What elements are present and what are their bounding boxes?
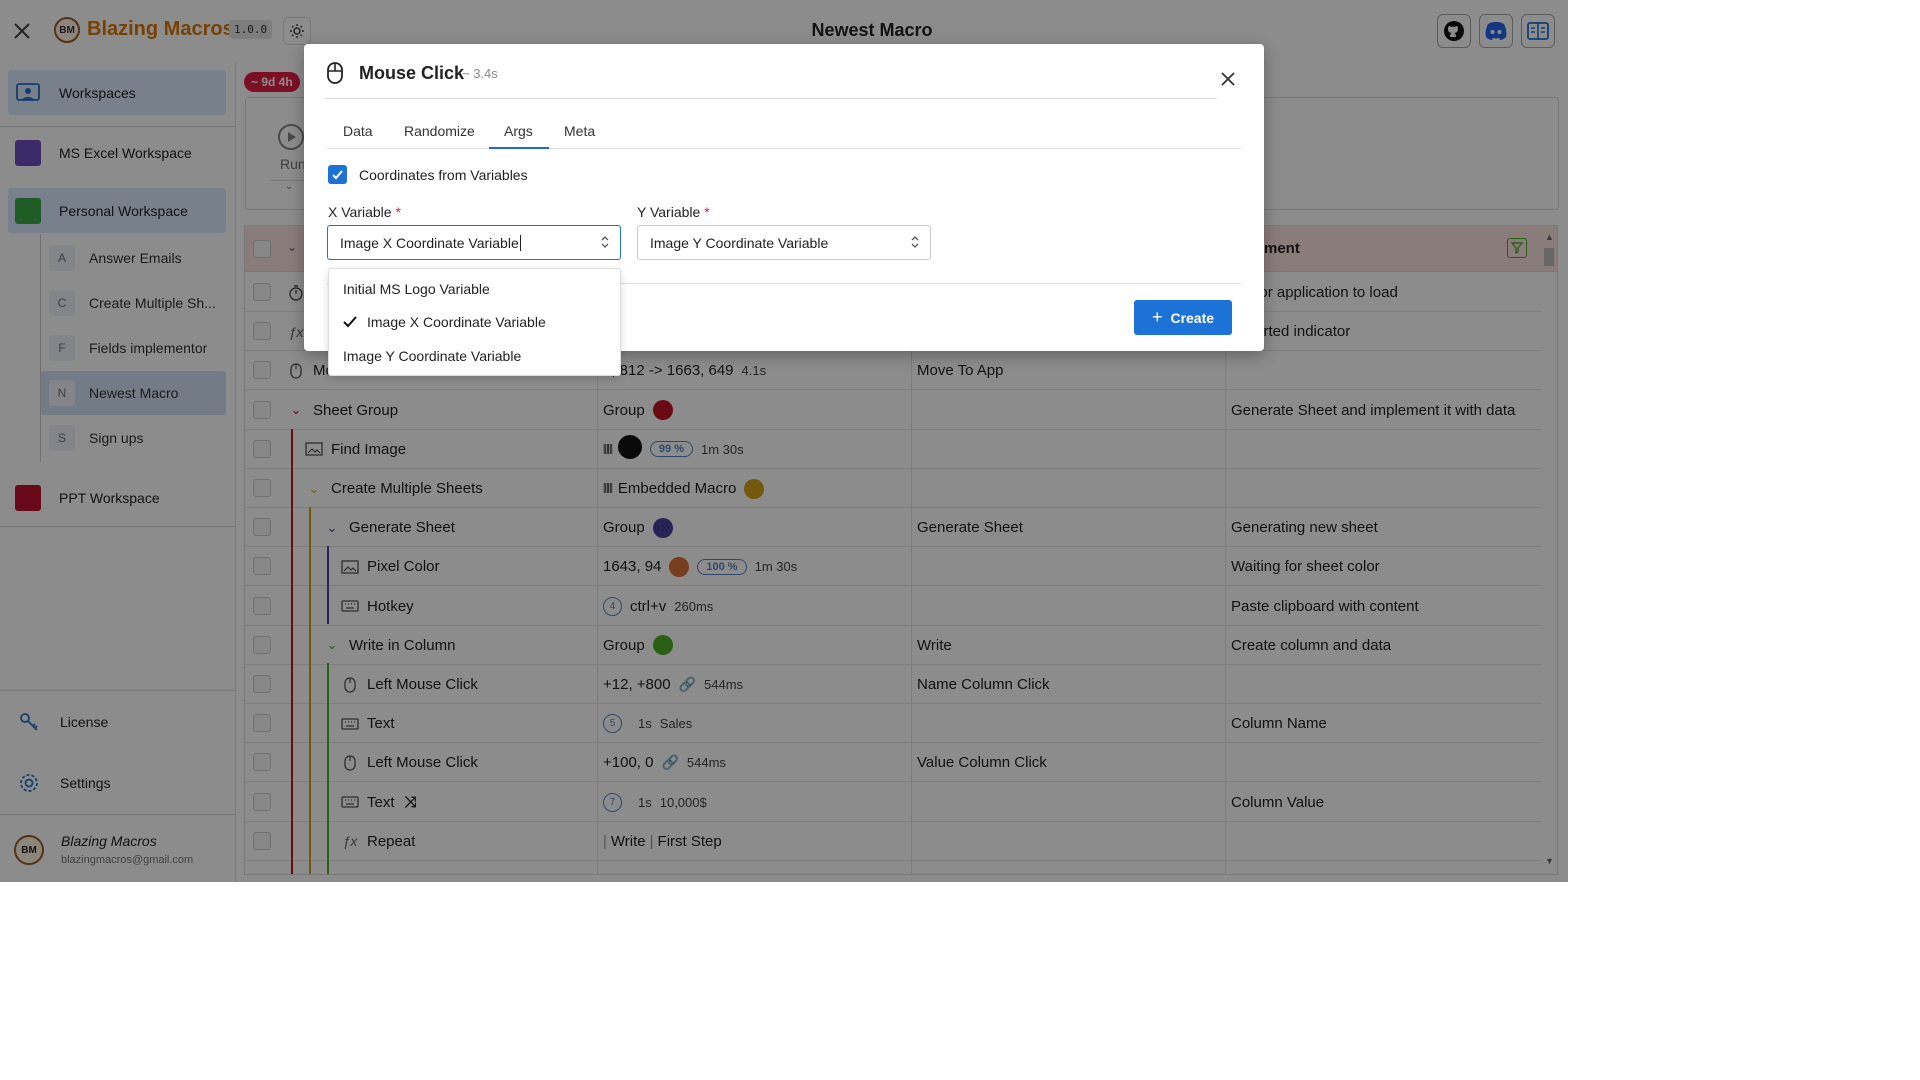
chevron-updown-icon [600,234,610,253]
y-variable-value: Image Y Coordinate Variable [650,234,829,251]
dialog-duration: ~ 3.4s [462,66,498,81]
x-variable-dropdown: Initial MS Logo Variable Image X Coordin… [328,268,621,376]
mouse-icon [326,61,344,90]
app-window: BM Blazing Macros 1.0.0 Newest Macro Wor… [0,0,1568,882]
checkmark-icon [343,316,357,328]
tab-randomize[interactable]: Randomize [404,123,475,139]
chevron-updown-icon [910,234,920,253]
create-button-label: Create [1170,309,1215,326]
checkmark-icon [332,170,343,180]
plus-icon: + [1151,307,1163,327]
option-image-x-coordinate-variable[interactable]: Image X Coordinate Variable [329,306,622,338]
tab-args[interactable]: Args [504,123,533,139]
dialog-title: Mouse Click [359,63,465,83]
option-initial-ms-logo-variable[interactable]: Initial MS Logo Variable [329,273,622,305]
active-tab-indicator [489,147,549,149]
option-label: Initial MS Logo Variable [343,281,490,297]
x-variable-label: X Variable * [328,204,401,220]
y-variable-label: Y Variable * [637,204,710,220]
option-label: Image Y Coordinate Variable [343,348,522,364]
dialog-tabs: Data Randomize Args Meta [327,119,1241,149]
tab-data[interactable]: Data [343,123,373,139]
coordinates-from-variables-checkbox[interactable] [328,165,347,184]
close-icon[interactable] [1221,72,1241,92]
y-variable-select[interactable]: Image Y Coordinate Variable [637,225,931,260]
text-cursor [519,234,521,251]
x-variable-value: Image X Coordinate Variable [340,234,519,251]
tab-meta[interactable]: Meta [564,123,595,139]
option-label: Image X Coordinate Variable [367,314,546,330]
divider [324,98,1217,99]
x-variable-select[interactable]: Image X Coordinate Variable [327,225,621,260]
create-button[interactable]: + Create [1134,300,1232,335]
option-image-y-coordinate-variable[interactable]: Image Y Coordinate Variable [329,340,622,372]
checkbox-label: Coordinates from Variables [359,167,528,183]
